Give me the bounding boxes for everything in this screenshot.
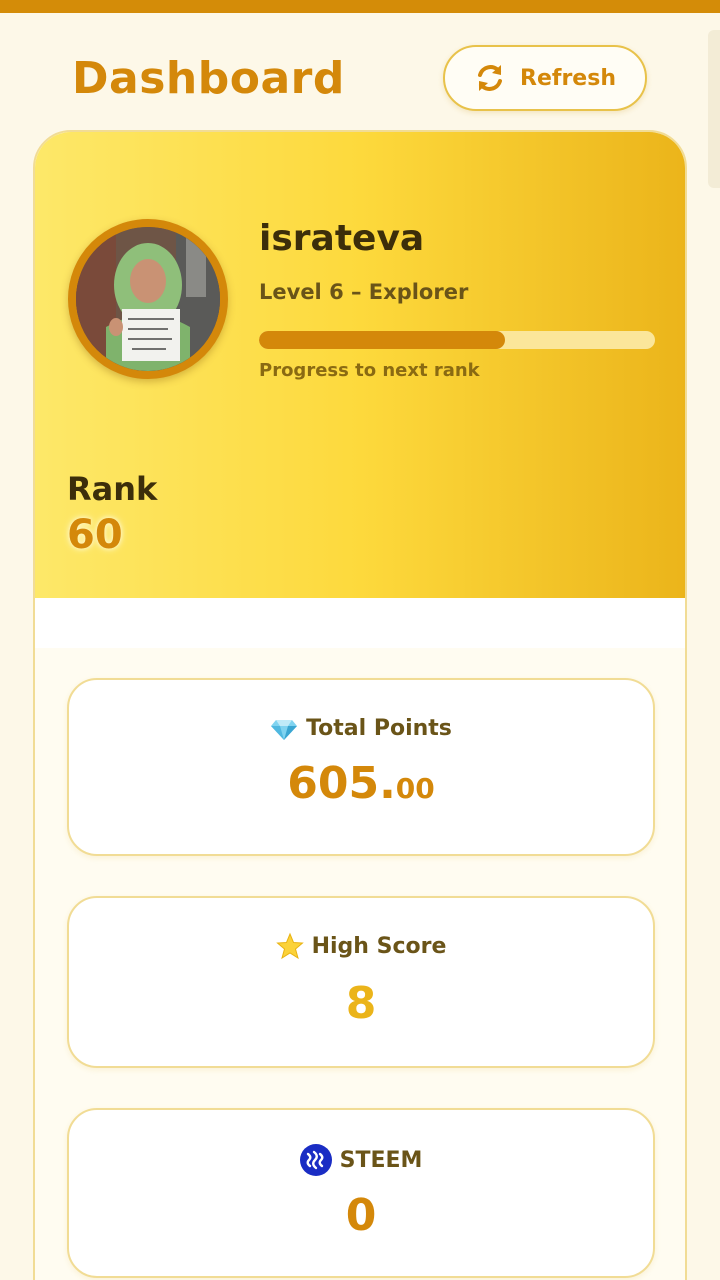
gem-icon [271,720,298,740]
total-points-integer: 605. [287,758,396,809]
high-score-value: 8 [345,978,377,1029]
total-points-label: Total Points [306,715,452,741]
username: israteva [259,218,425,259]
refresh-button-label: Refresh [520,65,616,91]
high-score-title: High Score [69,932,653,960]
top-accent-bar [0,0,720,13]
high-score-label: High Score [311,933,447,959]
rank-progress-bar [259,331,655,349]
rank-value: 60 [67,512,123,558]
page-title: Dashboard [72,53,345,104]
avatar-photo [76,227,220,371]
steem-label: STEEM [339,1147,423,1173]
total-points-card: Total Points 605.00 [67,678,655,856]
avatar[interactable] [68,219,228,379]
page-header: Dashboard Refresh [0,13,720,133]
steem-card: STEEM 0 [67,1108,655,1278]
dashboard-card: israteva Level 6 – Explorer Progress to … [33,130,687,1280]
high-score-card: High Score 8 [67,896,655,1068]
total-points-title: Total Points [69,714,653,742]
profile-divider [35,598,685,648]
steem-logo-icon [299,1144,332,1176]
rank-progress-fill [259,331,505,349]
total-points-decimals: 00 [395,772,435,805]
rank-label: Rank [67,470,158,508]
progress-label: Progress to next rank [259,360,480,381]
level-label: Level 6 – Explorer [259,280,469,304]
star-icon [275,932,304,960]
steem-title: STEEM [69,1144,653,1176]
profile-panel: israteva Level 6 – Explorer Progress to … [35,132,685,598]
refresh-button[interactable]: Refresh [443,45,647,111]
refresh-icon [478,65,503,91]
total-points-value: 605.00 [69,758,653,809]
steem-value: 0 [345,1190,377,1241]
